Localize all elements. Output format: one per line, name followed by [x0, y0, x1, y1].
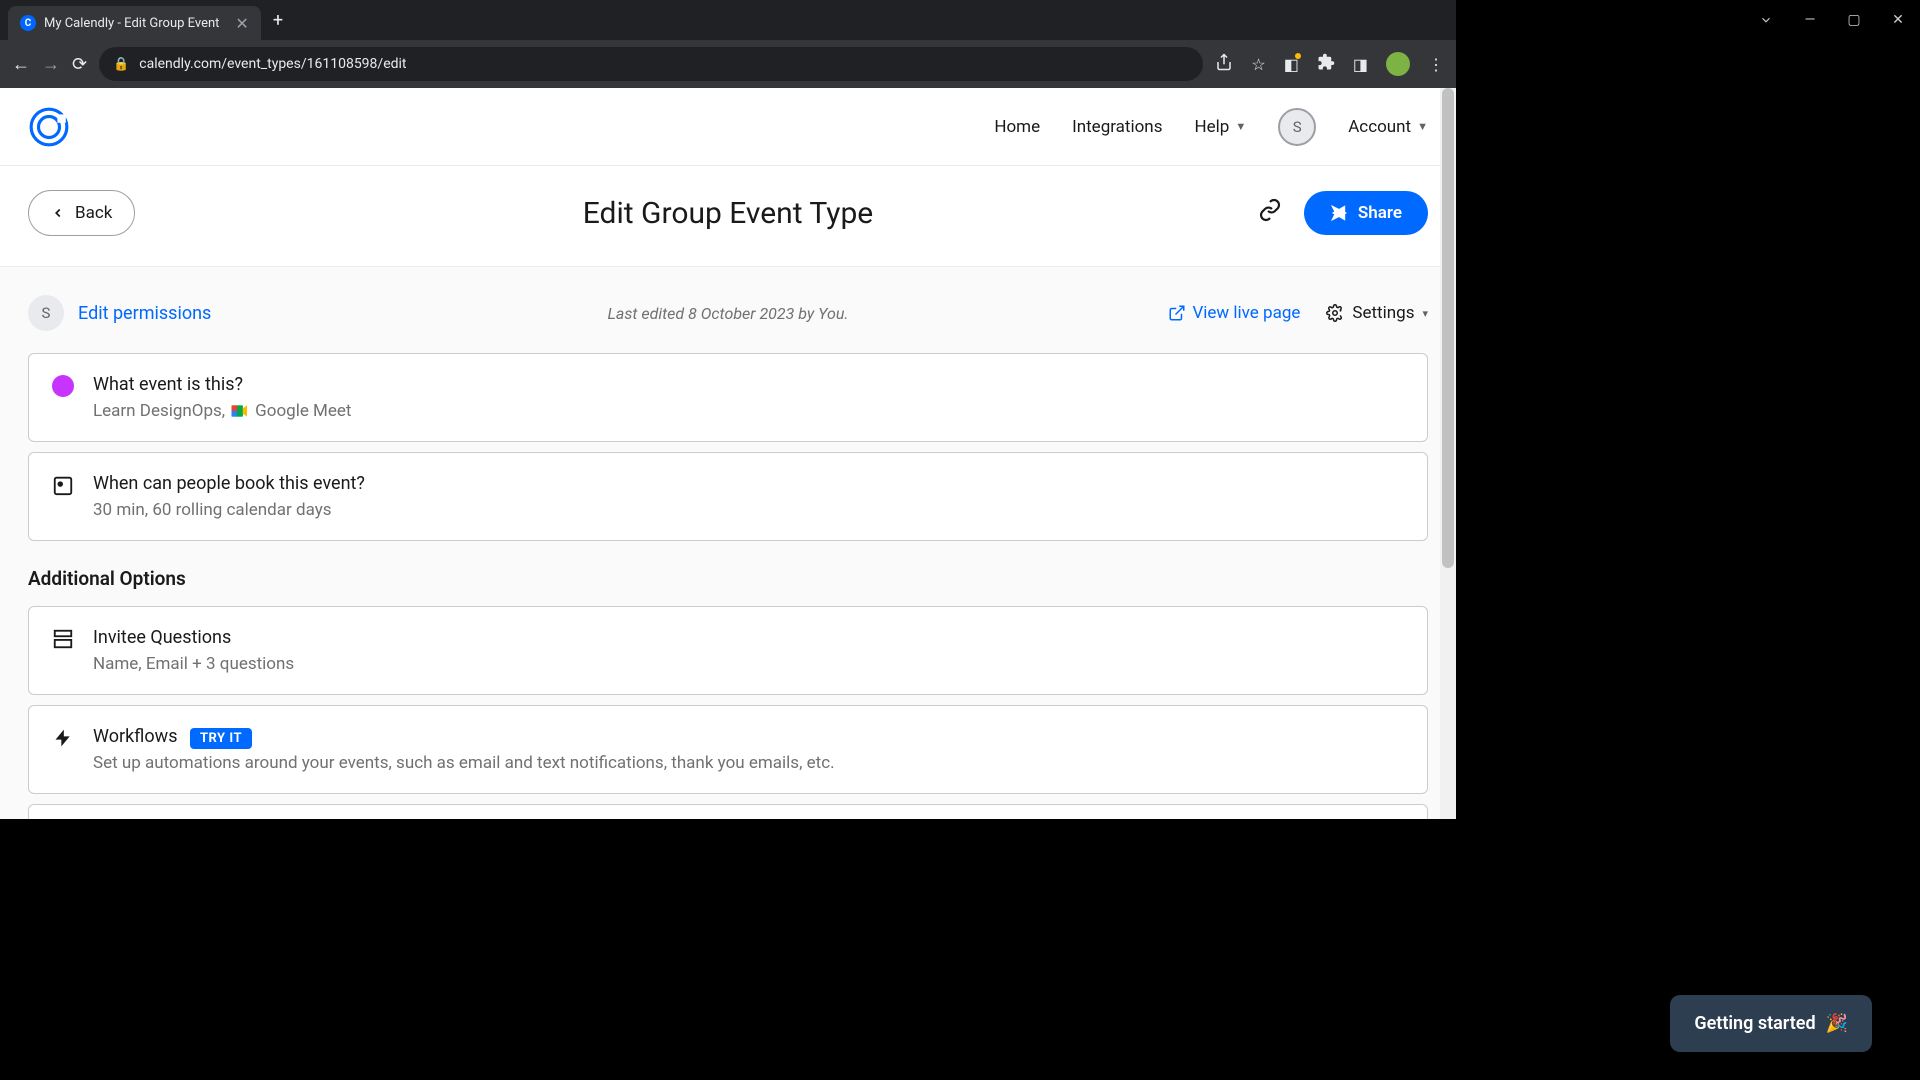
nav-home[interactable]: Home — [994, 117, 1040, 137]
copy-link-icon[interactable] — [1258, 198, 1282, 228]
tab-search-icon[interactable] — [1756, 10, 1776, 30]
bookmark-icon[interactable]: ☆ — [1251, 55, 1265, 74]
tab-close-icon[interactable]: ✕ — [235, 14, 248, 33]
chevron-down-icon: ▼ — [1417, 120, 1428, 133]
calendar-icon — [51, 473, 75, 497]
maximize-icon[interactable]: ▢ — [1844, 10, 1864, 30]
reload-icon[interactable]: ⟳ — [72, 54, 87, 75]
chevron-left-icon — [51, 206, 65, 220]
calendly-logo-icon[interactable] — [28, 106, 70, 148]
gear-icon — [1326, 304, 1344, 322]
share-url-icon[interactable] — [1215, 53, 1233, 75]
card-title: Invitee Questions — [93, 627, 1405, 648]
chevron-down-icon: ▼ — [1235, 120, 1246, 133]
event-color-dot-icon — [52, 375, 74, 397]
try-it-badge: TRY IT — [190, 728, 252, 749]
external-link-icon — [1168, 304, 1186, 322]
card-notifications[interactable]: Notifications and Cancellation Policy — [28, 804, 1428, 819]
card-subtitle: Set up automations around your events, s… — [93, 753, 1405, 773]
lock-icon: 🔒 — [113, 57, 129, 72]
extensions-icon[interactable] — [1317, 53, 1335, 75]
browser-tab[interactable]: C My Calendly - Edit Group Event ✕ — [8, 6, 261, 40]
page-title: Edit Group Event Type — [583, 196, 873, 231]
sidepanel-icon[interactable]: ◨ — [1353, 55, 1368, 74]
card-title: When can people book this event? — [93, 473, 1405, 494]
extension-badge-icon[interactable]: ◧ — [1284, 55, 1299, 74]
owner-avatar: S — [28, 295, 64, 331]
forward-nav-icon[interactable]: → — [42, 54, 60, 75]
card-when-book[interactable]: When can people book this event? 30 min,… — [28, 452, 1428, 541]
additional-options-heading: Additional Options — [28, 567, 1428, 590]
content-area: S Edit permissions Last edited 8 October… — [0, 266, 1456, 819]
nav-account[interactable]: Account ▼ — [1348, 117, 1428, 137]
url-text: calendly.com/event_types/161108598/edit — [139, 56, 406, 72]
back-label: Back — [75, 203, 112, 223]
view-live-link[interactable]: View live page — [1168, 303, 1300, 323]
chevron-down-icon: ▾ — [1422, 307, 1428, 320]
back-button[interactable]: Back — [28, 190, 135, 236]
back-nav-icon[interactable]: ← — [12, 54, 30, 75]
window-controls: — ▢ ✕ — [1756, 10, 1908, 30]
card-subtitle: 30 min, 60 rolling calendar days — [93, 500, 1405, 520]
calendly-favicon-icon: C — [20, 15, 36, 31]
nav-help[interactable]: Help ▼ — [1194, 117, 1246, 137]
tab-bar: C My Calendly - Edit Group Event ✕ + — [0, 0, 1456, 40]
nav-avatar[interactable]: S — [1278, 108, 1316, 146]
settings-dropdown[interactable]: Settings ▾ — [1326, 303, 1428, 323]
card-invitee-questions[interactable]: Invitee Questions Name, Email + 3 questi… — [28, 606, 1428, 695]
address-bar: ← → ⟳ 🔒 calendly.com/event_types/1611085… — [0, 40, 1456, 88]
share-button[interactable]: Share — [1304, 191, 1428, 235]
page-viewport: Home Integrations Help ▼ S Account ▼ Bac… — [0, 88, 1456, 819]
last-edited-text: Last edited 8 October 2023 by You. — [608, 304, 849, 323]
card-title: What event is this? — [93, 374, 1405, 395]
url-input[interactable]: 🔒 calendly.com/event_types/161108598/edi… — [99, 47, 1203, 81]
new-tab-button[interactable]: + — [273, 10, 283, 31]
top-nav: Home Integrations Help ▼ S Account ▼ — [0, 88, 1456, 166]
page-header: Back Edit Group Event Type Share — [0, 166, 1456, 266]
nav-integrations[interactable]: Integrations — [1072, 117, 1162, 137]
google-meet-icon — [231, 404, 249, 418]
profile-avatar-icon[interactable] — [1386, 52, 1410, 76]
meta-row: S Edit permissions Last edited 8 October… — [28, 295, 1428, 331]
card-what-event[interactable]: What event is this? Learn DesignOps, Goo… — [28, 353, 1428, 442]
card-title: Workflows TRY IT — [93, 726, 1405, 747]
minimize-icon[interactable]: — — [1800, 10, 1820, 30]
card-workflows[interactable]: Workflows TRY IT Set up automations arou… — [28, 705, 1428, 794]
card-subtitle: Name, Email + 3 questions — [93, 654, 1405, 674]
close-window-icon[interactable]: ✕ — [1888, 10, 1908, 30]
card-subtitle: Learn DesignOps, Google Meet — [93, 401, 1405, 421]
share-label: Share — [1358, 203, 1402, 223]
share-arrow-icon — [1330, 204, 1348, 222]
tab-title: My Calendly - Edit Group Event — [44, 16, 219, 31]
form-icon — [51, 627, 75, 651]
edit-permissions-link[interactable]: Edit permissions — [78, 303, 211, 324]
bolt-icon — [51, 726, 75, 750]
browser-menu-icon[interactable]: ⋮ — [1428, 55, 1444, 74]
